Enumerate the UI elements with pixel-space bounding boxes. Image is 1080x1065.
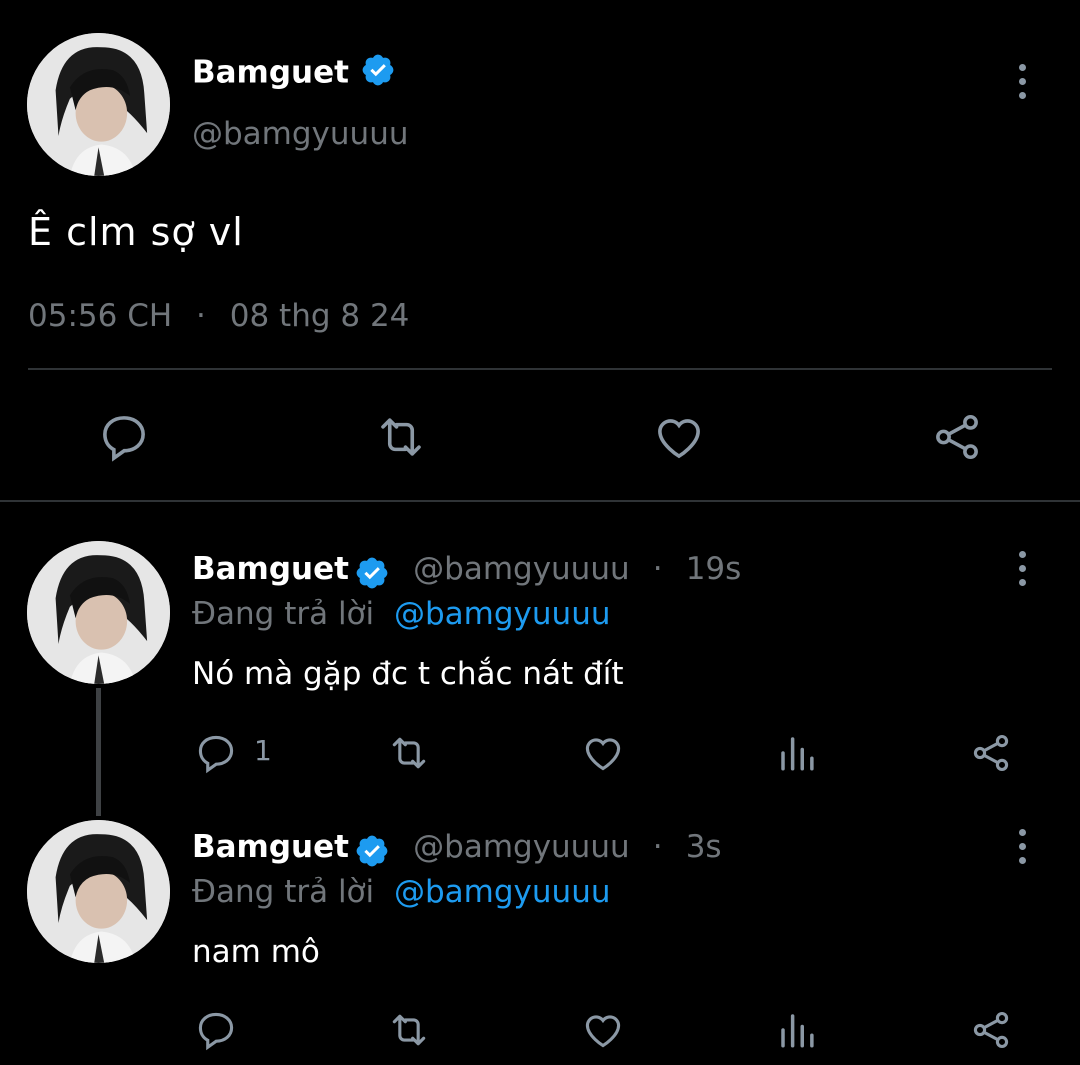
display-name[interactable]: Bamguet — [192, 829, 349, 865]
more-options-icon[interactable] — [1016, 829, 1028, 864]
handle[interactable]: @bamgyuuuu — [413, 829, 630, 865]
more-options-icon[interactable] — [1016, 551, 1028, 586]
verified-badge-icon — [354, 555, 390, 595]
section-divider — [0, 500, 1080, 502]
tweet-age[interactable]: 3s — [686, 829, 722, 865]
replying-label: Đang trả lời — [192, 596, 375, 632]
divider — [28, 368, 1052, 370]
verified-badge-icon — [360, 52, 396, 96]
analytics-icon[interactable] — [776, 1008, 818, 1052]
retweet-icon[interactable] — [370, 410, 432, 464]
handle[interactable]: @bamgyuuuu — [192, 116, 409, 152]
like-icon[interactable] — [580, 1008, 626, 1052]
tweet-age[interactable]: 19s — [686, 551, 742, 587]
tweet-text: Nó mà gặp đc t chắc nát đít — [192, 656, 624, 692]
handle[interactable]: @bamgyuuuu — [413, 551, 630, 587]
separator: · — [652, 551, 663, 587]
replying-to-link[interactable]: @bamgyuuuu — [394, 596, 611, 632]
verified-badge-icon — [354, 833, 390, 873]
reply-icon[interactable] — [97, 410, 151, 464]
avatar[interactable] — [27, 820, 170, 963]
tweet-date[interactable]: 08 thg 8 24 — [230, 298, 410, 334]
reply-icon[interactable] — [193, 731, 239, 775]
tweet-text: nam mô — [192, 934, 320, 970]
more-options-icon[interactable] — [1016, 64, 1028, 99]
replying-label: Đang trả lời — [192, 874, 375, 910]
separator: · — [652, 829, 663, 865]
like-icon[interactable] — [580, 731, 626, 775]
replying-to-link[interactable]: @bamgyuuuu — [394, 874, 611, 910]
display-name[interactable]: Bamguet — [192, 55, 349, 91]
retweet-icon[interactable] — [383, 731, 435, 775]
avatar[interactable] — [27, 541, 170, 684]
display-name[interactable]: Bamguet — [192, 551, 349, 587]
analytics-icon[interactable] — [776, 731, 818, 775]
thread-line — [96, 688, 101, 816]
share-icon[interactable] — [929, 410, 985, 464]
separator: · — [196, 298, 206, 334]
reply-count: 1 — [254, 734, 272, 767]
retweet-icon[interactable] — [383, 1008, 435, 1052]
tweet-time[interactable]: 05:56 CH — [28, 298, 172, 334]
share-icon[interactable] — [968, 731, 1014, 775]
avatar[interactable] — [27, 33, 170, 176]
share-icon[interactable] — [968, 1008, 1014, 1052]
reply-icon[interactable] — [193, 1008, 239, 1052]
tweet-text: Ê clm sợ vl — [28, 210, 244, 254]
like-icon[interactable] — [651, 410, 707, 464]
